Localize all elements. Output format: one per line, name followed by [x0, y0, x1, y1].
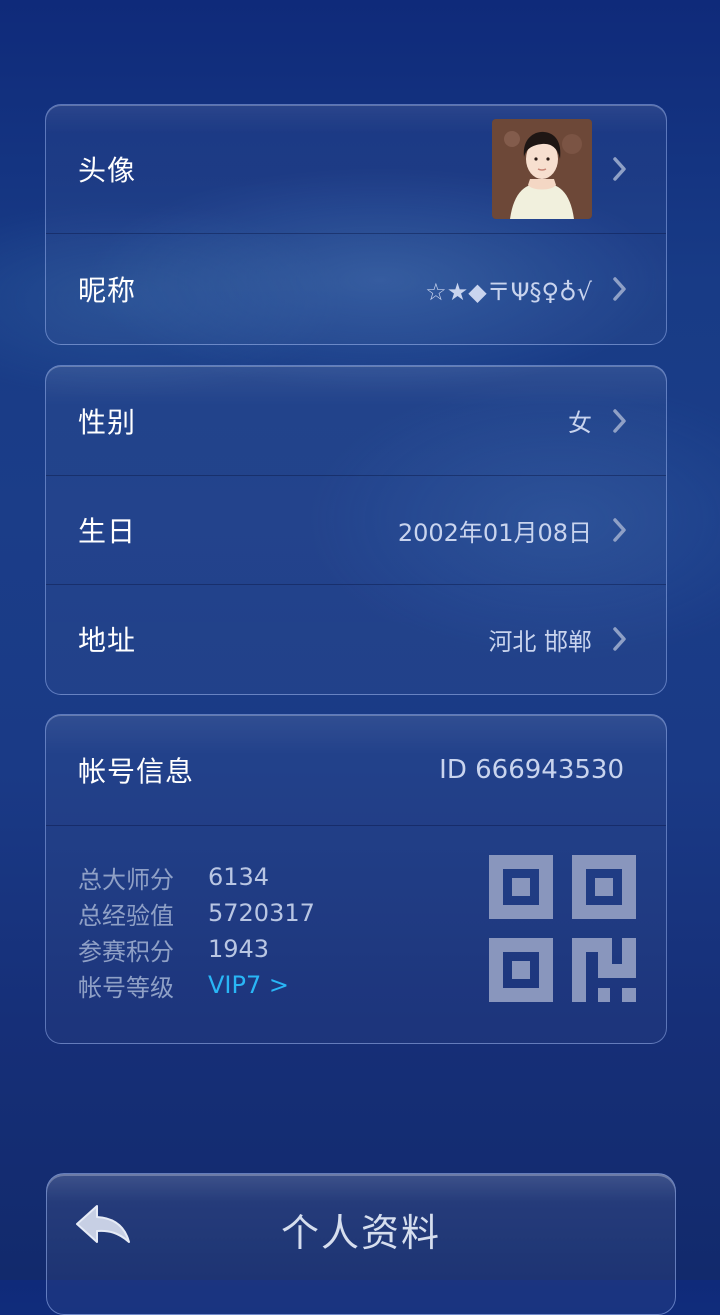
- birthday-row[interactable]: 生日 2002年01月08日: [46, 475, 666, 584]
- stat-label: 总大师分: [78, 865, 174, 894]
- account-card: 帐号信息 ID 666943530 总大师分 6134 总经验值 5720317…: [45, 714, 667, 1044]
- nickname-row[interactable]: 昵称 ☆★◆〒Ψ§♀♁√: [46, 233, 666, 344]
- qr-code-icon[interactable]: [489, 855, 636, 1002]
- nickname-value: ☆★◆〒Ψ§♀♁√: [425, 277, 592, 306]
- account-title: 帐号信息: [78, 755, 195, 788]
- stat-label: 总经验值: [78, 901, 174, 930]
- account-header: 帐号信息 ID 666943530: [46, 715, 666, 825]
- stat-label: 帐号等级: [78, 973, 174, 1002]
- page-title: 个人资料: [280, 1211, 441, 1255]
- address-label: 地址: [78, 624, 137, 657]
- avatar[interactable]: [492, 119, 592, 219]
- profile-card: 头像 昵称 ☆★◆〒Ψ§♀♁√: [45, 104, 667, 345]
- avatar-row[interactable]: 头像: [46, 105, 666, 233]
- stat-experience: 总经验值 5720317: [78, 895, 315, 931]
- stat-value: 1943: [208, 935, 270, 963]
- stat-match-points: 参赛积分 1943: [78, 931, 315, 967]
- stat-master-score: 总大师分 6134: [78, 859, 315, 895]
- nickname-label: 昵称: [78, 274, 137, 307]
- gender-label: 性别: [78, 405, 137, 439]
- chevron-right-icon: [610, 517, 630, 543]
- chevron-right-icon: [610, 276, 630, 302]
- address-value: 河北 邯郸: [488, 627, 592, 656]
- gender-value: 女: [568, 409, 592, 437]
- birthday-value: 2002年01月08日: [397, 518, 592, 547]
- avatar-label: 头像: [78, 154, 137, 187]
- details-card: 性别 女 生日 2002年01月08日 地址 河北 邯郸: [45, 365, 667, 695]
- gender-row[interactable]: 性别 女: [46, 366, 666, 475]
- bottom-title-bar: 个人资料: [46, 1173, 676, 1315]
- stat-value: 5720317: [208, 899, 315, 927]
- chevron-right-icon: [610, 408, 630, 434]
- account-stats: 总大师分 6134 总经验值 5720317 参赛积分 1943 帐号等级 VI…: [78, 859, 315, 1003]
- birthday-label: 生日: [78, 515, 137, 548]
- stat-label: 参赛积分: [78, 937, 174, 966]
- account-id: ID 666943530: [439, 755, 624, 785]
- stat-value: 6134: [208, 863, 270, 891]
- chevron-right-icon: [610, 626, 630, 652]
- stat-account-level: 帐号等级 VIP7 >: [78, 967, 315, 1003]
- address-row[interactable]: 地址 河北 邯郸: [46, 584, 666, 693]
- vip-level-link[interactable]: VIP7 >: [208, 971, 289, 999]
- chevron-right-icon: [610, 156, 630, 182]
